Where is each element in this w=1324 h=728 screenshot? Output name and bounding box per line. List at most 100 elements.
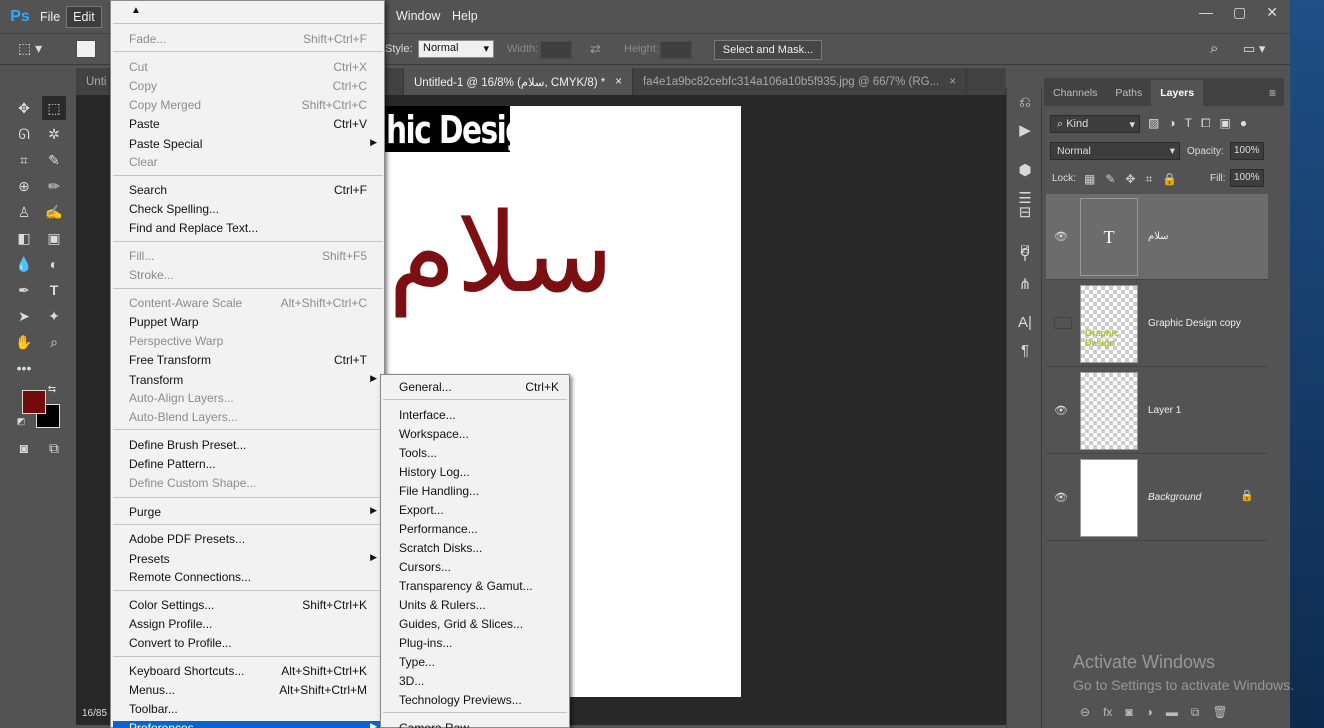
layer-row[interactable]: 👁 Background 🔒 (1046, 455, 1268, 541)
style-select[interactable]: Normal ▾ (418, 40, 494, 58)
preferences-menu-item[interactable]: File Handling... (399, 484, 559, 502)
edit-menu-item[interactable]: Adobe PDF Presets... (129, 532, 369, 550)
delete-layer-icon[interactable]: 🗑 (1212, 705, 1227, 719)
group-icon[interactable]: ▬ (1166, 705, 1178, 719)
eye-icon[interactable]: 👁 (1054, 491, 1072, 504)
edit-menu-item[interactable]: Free Transform Ctrl+T (129, 353, 369, 371)
height-field[interactable] (660, 41, 692, 59)
link-layers-icon[interactable]: ⊖ (1080, 705, 1090, 719)
preferences-menu-item[interactable]: Tools... (399, 446, 559, 464)
edit-menu-item[interactable]: Purge ▶ (129, 505, 377, 523)
paragraph-icon[interactable]: ¶ (1015, 340, 1035, 360)
width-field[interactable] (540, 41, 572, 59)
new-layer-icon[interactable]: ⧉ (1191, 705, 1200, 720)
edit-menu-item[interactable]: Check Spelling... (129, 202, 369, 220)
default-colors-icon[interactable]: ◩ (14, 414, 28, 428)
layer-filter-kind[interactable]: ⌕ Kind ▾ (1050, 115, 1140, 133)
edit-menu-item[interactable]: Define Brush Preset... (129, 438, 369, 456)
edit-menu-item[interactable]: Puppet Warp (129, 315, 369, 333)
fill-field[interactable]: 100% (1230, 169, 1264, 187)
minimize-button[interactable]: — (1199, 4, 1213, 21)
edit-menu-item[interactable]: Define Pattern... (129, 457, 369, 475)
preferences-menu-item[interactable]: History Log... (399, 465, 559, 483)
hand-tool-icon[interactable]: ✋ (12, 330, 36, 354)
eye-hidden-icon[interactable] (1054, 317, 1072, 329)
actions-play-icon[interactable]: ▶ (1015, 120, 1035, 140)
eraser-tool-icon[interactable]: ◧ (12, 226, 36, 250)
gradient-tool-icon[interactable]: ▣ (42, 226, 66, 250)
preferences-menu-item[interactable]: Technology Previews... (399, 693, 559, 711)
edit-menu-item[interactable]: Keyboard Shortcuts... Alt+Shift+Ctrl+K (129, 664, 369, 682)
lock-transparent-icon[interactable]: ▦ (1084, 172, 1095, 187)
filter-pixel-icon[interactable]: ▨ (1148, 116, 1159, 131)
filter-shape-icon[interactable]: ⧠ (1201, 116, 1211, 131)
tab-close-icon[interactable]: × (615, 76, 622, 88)
preferences-menu-item[interactable]: Scratch Disks... (399, 541, 559, 559)
menu-window[interactable]: Window (390, 6, 446, 26)
edit-menu-item[interactable]: Paste Ctrl+V (129, 117, 369, 135)
close-button[interactable]: ✕ (1266, 4, 1278, 21)
preferences-menu-item[interactable]: Type... (399, 655, 559, 673)
panel-menu-icon[interactable]: ≡ (1269, 86, 1276, 100)
add-mask-icon[interactable]: ◙ (1125, 705, 1132, 719)
maximize-button[interactable]: ▢ (1233, 4, 1246, 21)
preferences-menu-item[interactable]: Cursors... (399, 560, 559, 578)
crop-tool-icon[interactable]: ⌗ (12, 148, 36, 172)
preferences-menu-item[interactable]: Performance... (399, 522, 559, 540)
3d-icon[interactable]: ⬢ (1015, 160, 1035, 180)
swap-colors-icon[interactable]: ⇆ (44, 382, 60, 396)
tab-jpg-image[interactable]: fa4e1a9bc82cebfc314a106a10b5f935.jpg @ 6… (633, 68, 967, 95)
lock-position-icon[interactable]: ✥ (1125, 172, 1135, 187)
edit-menu-item[interactable]: Find and Replace Text... (129, 221, 369, 239)
edit-menu-item[interactable]: Assign Profile... (129, 617, 369, 635)
edit-menu-item[interactable]: Transform ▶ (129, 373, 377, 391)
edit-menu-item[interactable]: Preferences ▶ (113, 721, 383, 728)
brush-tool-icon[interactable]: ✏ (42, 174, 66, 198)
healing-brush-icon[interactable]: ⊕ (12, 174, 36, 198)
type-tool-icon[interactable]: T (42, 278, 66, 302)
tab-channels[interactable]: Channels (1044, 80, 1106, 106)
magic-wand-icon[interactable]: ✲ (42, 122, 66, 146)
preferences-menu-item[interactable]: 3D... (399, 674, 559, 692)
preferences-menu-item[interactable]: Plug-ins... (399, 636, 559, 654)
lock-all-icon[interactable]: 🔒 (1162, 172, 1177, 187)
edit-menu-item[interactable]: Presets ▶ (129, 552, 377, 570)
blend-mode-select[interactable]: Normal ▾ (1050, 142, 1180, 160)
preferences-menu-item[interactable]: Camera Raw... (399, 721, 559, 728)
screen-mode-icon[interactable]: ⧉ (42, 436, 66, 460)
filter-type-icon[interactable]: T (1185, 116, 1192, 131)
edit-menu-item[interactable]: Toolbar... (129, 702, 369, 720)
eyedropper-icon[interactable]: ✎ (42, 148, 66, 172)
lock-image-icon[interactable]: ✎ (1105, 172, 1115, 187)
tab-untitled-1[interactable]: Untitled-1 @ 16/8% (سلام, CMYK/8) * × (404, 68, 633, 95)
eye-icon[interactable]: 👁 (1054, 404, 1072, 417)
edit-menu-item[interactable]: Convert to Profile... (129, 636, 369, 654)
preferences-menu-item[interactable]: Interface... (399, 408, 559, 426)
zoom-level[interactable]: 16/85 (76, 705, 110, 723)
filter-smart-object-icon[interactable]: ▣ (1220, 116, 1231, 131)
preferences-menu-item[interactable]: Transparency & Gamut... (399, 579, 559, 597)
brush-settings-icon[interactable]: ⚲ (1015, 244, 1035, 264)
new-selection-icon[interactable] (76, 40, 96, 58)
menu-help[interactable]: Help (446, 6, 484, 26)
tab-paths[interactable]: Paths (1106, 80, 1151, 106)
preferences-menu-item[interactable]: Guides, Grid & Slices... (399, 617, 559, 635)
swap-icon[interactable]: ⇄ (590, 41, 601, 57)
layer-row[interactable]: 👁 Layer 1 (1046, 368, 1268, 454)
tab-layers[interactable]: Layers (1151, 80, 1204, 106)
tab-close-icon[interactable]: × (949, 76, 956, 88)
edit-menu-item[interactable]: Paste Special ▶ (129, 137, 377, 155)
preferences-menu-item[interactable]: Units & Rulers... (399, 598, 559, 616)
filter-toggle-icon[interactable]: ● (1240, 116, 1247, 131)
character-icon[interactable]: A| (1015, 312, 1035, 332)
marquee-preset-icon[interactable]: ⬚ ▾ (18, 40, 58, 58)
layer-row[interactable]: Graphic Design Graphic Design copy (1046, 281, 1268, 367)
pen-tool-icon[interactable]: ✒ (12, 278, 36, 302)
adjustment-layer-icon[interactable]: ◑ (1146, 705, 1153, 719)
more-tools-icon[interactable]: ••• (12, 356, 36, 380)
lock-artboard-icon[interactable]: ⌗ (1145, 172, 1152, 187)
fx-icon[interactable]: fx (1103, 705, 1112, 719)
history-brush-icon[interactable]: ✍ (42, 200, 66, 224)
menu-edit[interactable]: Edit (66, 5, 102, 28)
select-and-mask-button[interactable]: Select and Mask... (714, 40, 822, 60)
